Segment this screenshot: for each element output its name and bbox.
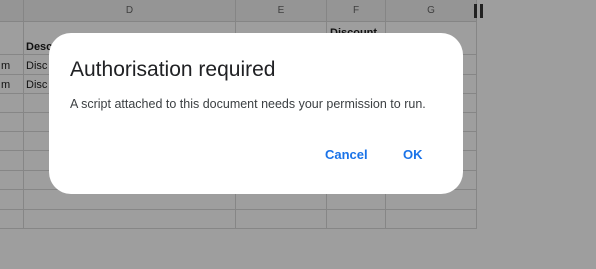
ok-button[interactable]: OK (395, 141, 431, 169)
column-header-d[interactable]: D (24, 0, 236, 22)
dialog-message: A script attached to this document needs… (70, 97, 426, 111)
column-header-f[interactable]: F (327, 0, 386, 22)
cell-c-row2[interactable]: m (1, 79, 10, 91)
cancel-button[interactable]: Cancel (317, 141, 376, 169)
authorisation-dialog: Authorisation required A script attached… (49, 33, 463, 194)
gridline-row (0, 228, 477, 229)
freeze-handle-icon[interactable] (474, 4, 483, 18)
column-header-empty (477, 0, 596, 22)
dialog-title: Authorisation required (70, 58, 276, 81)
gridline-row (0, 209, 477, 210)
column-header-e[interactable]: E (236, 0, 327, 22)
cell-c-row1[interactable]: m (1, 60, 10, 72)
cell-d-row2[interactable]: Disc (26, 79, 47, 91)
column-header-g[interactable]: G (386, 0, 477, 22)
column-header-c[interactable] (0, 0, 24, 22)
cell-d-row1[interactable]: Disc (26, 60, 47, 72)
